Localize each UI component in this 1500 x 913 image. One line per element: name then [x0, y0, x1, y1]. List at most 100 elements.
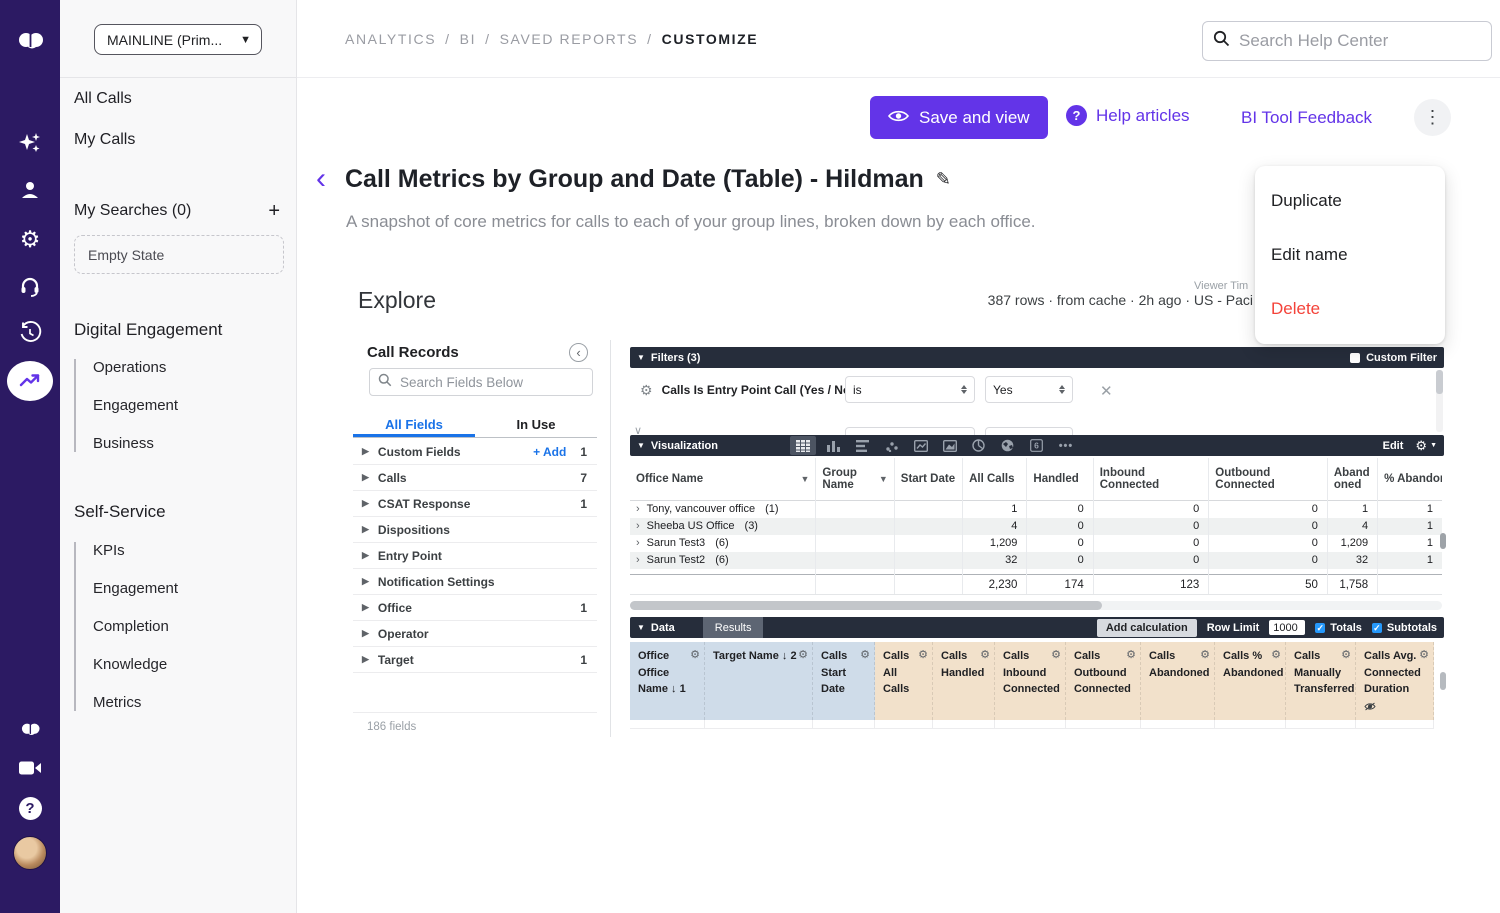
- bi-tool-feedback-link[interactable]: BI Tool Feedback: [1241, 108, 1372, 128]
- field-group-custom-fields[interactable]: ▶ Custom Fields + Add 1: [353, 439, 597, 465]
- viz-map-icon[interactable]: [997, 437, 1019, 454]
- add-calculation-button[interactable]: Add calculation: [1097, 619, 1197, 637]
- tab-all-fields[interactable]: All Fields: [353, 412, 475, 437]
- table-row[interactable]: ›Tony, vancouver office(1) 1 0 0 0 1 1: [630, 501, 1442, 518]
- sidebar-item-engagement[interactable]: Engagement: [93, 397, 178, 414]
- row-expand-chevron[interactable]: ›: [636, 537, 640, 549]
- viz-line-chart-icon[interactable]: [910, 437, 932, 454]
- filters-scrollbar[interactable]: [1436, 370, 1443, 432]
- menu-item-edit-name[interactable]: Edit name: [1255, 228, 1445, 282]
- row-expand-chevron[interactable]: ›: [636, 554, 640, 566]
- gear-icon[interactable]: ⚙: [918, 647, 928, 664]
- sidebar-item-my-calls[interactable]: My Calls: [74, 131, 135, 149]
- gear-icon[interactable]: ⚙: [798, 647, 808, 664]
- sidebar-item-all-calls[interactable]: All Calls: [74, 90, 132, 108]
- help-articles-link[interactable]: ? Help articles: [1066, 105, 1190, 126]
- filter-value-select-partial[interactable]: [985, 427, 1073, 435]
- viz-edit-button[interactable]: Edit: [1383, 440, 1404, 452]
- results-tab[interactable]: Results: [703, 617, 764, 638]
- gear-icon[interactable]: ⚙: [1200, 647, 1210, 664]
- tab-in-use[interactable]: In Use: [475, 412, 597, 437]
- totals-checkbox[interactable]: ✓: [1315, 623, 1325, 633]
- save-and-view-button[interactable]: Save and view: [870, 96, 1048, 139]
- team-selector-dropdown[interactable]: MAINLINE (Prim... ▼: [94, 24, 262, 55]
- add-custom-field-button[interactable]: + Add: [533, 445, 566, 459]
- subtotals-checkbox[interactable]: ✓: [1372, 623, 1382, 633]
- field-group-dispositions[interactable]: ▶Dispositions: [353, 517, 597, 543]
- field-group-office[interactable]: ▶Office1: [353, 595, 597, 621]
- sidebar-item-completion[interactable]: Completion: [93, 618, 178, 635]
- field-group-calls[interactable]: ▶Calls7: [353, 465, 597, 491]
- vertical-scrollbar[interactable]: [1440, 533, 1446, 549]
- data-col-calls-handled[interactable]: ⚙Calls Handled: [933, 642, 995, 720]
- filter-gear-icon[interactable]: ⚙: [640, 382, 653, 399]
- edit-title-pencil-icon[interactable]: ✎: [936, 169, 951, 190]
- settings-gear-icon[interactable]: ⚙: [0, 226, 60, 252]
- menu-item-duplicate[interactable]: Duplicate: [1255, 174, 1445, 228]
- gear-icon[interactable]: ⚙: [1271, 647, 1281, 664]
- gear-icon[interactable]: ⚙: [1419, 647, 1429, 664]
- col-outbound-connected[interactable]: Outbound Connected: [1209, 458, 1328, 501]
- sidebar-item-kpis[interactable]: KPIs: [93, 542, 178, 559]
- table-row[interactable]: ›Sarun Test3(6) 1,209 0 0 0 1,209 1: [630, 535, 1442, 552]
- filter-operator-select[interactable]: is: [845, 376, 975, 403]
- data-col-calls-abandoned[interactable]: ⚙Calls Abandoned: [1141, 642, 1215, 720]
- col-abandoned[interactable]: Abandoned: [1327, 458, 1377, 501]
- viz-single-value-icon[interactable]: 6: [1026, 437, 1048, 454]
- history-icon[interactable]: [0, 320, 60, 346]
- data-col-target-name[interactable]: ⚙Target Name ↓ 2: [705, 642, 813, 720]
- breadcrumb-saved-reports[interactable]: SAVED REPORTS: [500, 31, 639, 47]
- filter-operator-select-partial[interactable]: [845, 427, 975, 435]
- sidebar-item-business[interactable]: Business: [93, 435, 178, 452]
- breadcrumb-analytics[interactable]: ANALYTICS: [345, 31, 436, 47]
- data-col-calls-avg-connected-duration[interactable]: ⚙Calls Avg. Connected Duration: [1356, 642, 1434, 720]
- gear-icon[interactable]: ⚙: [860, 647, 870, 664]
- help-search-input[interactable]: [1239, 31, 1481, 51]
- collapse-panel-icon[interactable]: ‹: [569, 343, 588, 362]
- gear-icon[interactable]: ⚙: [1126, 647, 1136, 664]
- breadcrumb-bi[interactable]: BI: [460, 31, 476, 47]
- totals-toggle[interactable]: ✓ Totals: [1315, 622, 1362, 634]
- contacts-icon[interactable]: [0, 177, 60, 203]
- add-search-icon[interactable]: +: [268, 201, 280, 221]
- dialpad-logo-icon[interactable]: [0, 28, 60, 54]
- col-pct-abandoned[interactable]: % Abandoned: [1378, 458, 1442, 501]
- col-all-calls[interactable]: All Calls: [963, 458, 1027, 501]
- row-expand-chevron[interactable]: ›: [636, 520, 640, 532]
- support-headset-icon[interactable]: [0, 273, 60, 299]
- field-group-operator[interactable]: ▶Operator: [353, 621, 597, 647]
- viz-more-icon[interactable]: •••: [1055, 437, 1077, 454]
- field-group-entry-point[interactable]: ▶Entry Point: [353, 543, 597, 569]
- col-inbound-connected[interactable]: Inbound Connected: [1093, 458, 1209, 501]
- viz-settings-gear[interactable]: ⚙▼: [1415, 438, 1437, 454]
- remove-filter-icon[interactable]: ✕: [1100, 382, 1113, 400]
- sidebar-item-metrics[interactable]: Metrics: [93, 694, 178, 711]
- menu-item-delete[interactable]: Delete: [1255, 282, 1445, 336]
- field-group-target[interactable]: ▶Target1: [353, 647, 597, 673]
- viz-area-chart-icon[interactable]: [939, 437, 961, 454]
- custom-filter-checkbox[interactable]: [1350, 353, 1360, 363]
- dialpad-small-icon[interactable]: [0, 719, 60, 739]
- data-col-calls-outbound-connected[interactable]: ⚙Calls Outbound Connected: [1066, 642, 1141, 720]
- gear-icon[interactable]: ⚙: [1341, 647, 1351, 664]
- viz-column-chart-icon[interactable]: [823, 437, 845, 454]
- row-limit-input[interactable]: [1269, 620, 1305, 635]
- horizontal-scrollbar[interactable]: [630, 601, 1442, 610]
- sidebar-item-knowledge[interactable]: Knowledge: [93, 656, 178, 673]
- gear-icon[interactable]: ⚙: [980, 647, 990, 664]
- col-office-name[interactable]: Office Name▼: [630, 458, 816, 501]
- data-bar[interactable]: ▼ Data Results Add calculation Row Limit…: [630, 617, 1444, 638]
- filters-bar[interactable]: ▼ Filters (3) Custom Filter: [630, 347, 1444, 368]
- video-icon[interactable]: [0, 757, 60, 779]
- viz-pie-chart-icon[interactable]: [968, 437, 990, 454]
- col-start-date[interactable]: Start Date: [894, 458, 962, 501]
- help-icon[interactable]: ?: [0, 796, 60, 820]
- data-col-office-office-name[interactable]: ⚙Office Office Name ↓ 1: [630, 642, 705, 720]
- back-chevron-icon[interactable]: ‹: [316, 164, 326, 194]
- custom-filter-toggle[interactable]: Custom Filter: [1350, 352, 1437, 364]
- table-row[interactable]: ›Sarun Test2(6) 32 0 0 0 32 1: [630, 552, 1442, 569]
- field-group-csat-response[interactable]: ▶CSAT Response1: [353, 491, 597, 517]
- data-col-calls-inbound-connected[interactable]: ⚙Calls Inbound Connected: [995, 642, 1066, 720]
- data-col-calls-pct-abandoned[interactable]: ⚙Calls % Abandoned: [1215, 642, 1286, 720]
- row-expand-chevron[interactable]: ›: [636, 503, 640, 515]
